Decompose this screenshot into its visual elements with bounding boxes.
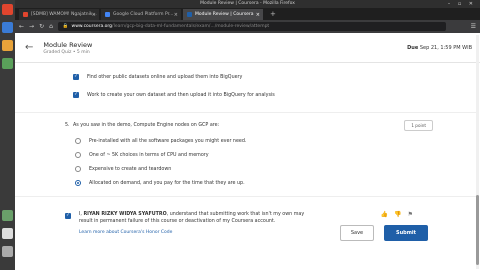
back-icon[interactable]: ← <box>19 23 24 30</box>
question-number: 5. <box>65 123 70 128</box>
thumbs-down-icon[interactable]: 👎 <box>394 211 401 218</box>
scrollbar-thumb[interactable] <box>476 195 479 265</box>
url-path: /learn/gcp-big-data-ml-fundamentals/exam… <box>112 24 270 29</box>
tab-label: Google Cloud Platform Pr... <box>113 12 174 17</box>
tab-bar: [SDMB] WAMOM! Ngajatnik... × Google Clou… <box>15 8 480 20</box>
tab-label: [SDMB] WAMOM! Ngajatnik... <box>31 12 97 17</box>
desktop-dock <box>0 0 15 270</box>
divider <box>15 112 478 113</box>
tab-favicon-icon <box>105 12 110 17</box>
divider <box>15 196 478 197</box>
dock-app-icon-3[interactable] <box>2 40 13 51</box>
radio-button[interactable] <box>75 138 81 144</box>
page-title: Module Review <box>43 40 93 49</box>
option-label: Expensive to create and teardown <box>89 166 172 172</box>
radio-button[interactable] <box>75 152 81 158</box>
save-button[interactable]: Save <box>340 225 374 241</box>
radio-option-selected[interactable]: Allocated on demand, and you pay for the… <box>75 176 413 190</box>
url-bar[interactable]: 🔒 www.coursera.org /learn/gcp-big-data-m… <box>57 22 446 31</box>
due-label: Due <box>407 45 419 51</box>
url-host: www.coursera.org <box>71 24 113 29</box>
dock-app-icon-1[interactable] <box>2 4 13 15</box>
option-label: Work to create your own dataset and then… <box>87 92 275 98</box>
submit-button[interactable]: Submit <box>384 225 428 241</box>
due-value: Sep 21, 1:59 PM WIB <box>419 45 472 51</box>
tab-favicon-icon <box>23 12 28 17</box>
firefox-window: Module Review | Coursera - Mozilla Firef… <box>15 0 480 270</box>
window-controls[interactable]: – ▫ ✕ <box>448 0 476 8</box>
radio-option[interactable]: Pre-installed with all the software pack… <box>75 134 413 148</box>
reload-icon[interactable]: ↻ <box>39 23 44 30</box>
checked-checkbox-icon[interactable]: ✓ <box>73 92 79 98</box>
tab-label: Module Review | Coursera <box>195 12 254 17</box>
back-arrow-icon[interactable]: ← <box>25 42 33 53</box>
tab-close-icon[interactable]: × <box>256 12 260 18</box>
checkbox-option[interactable]: ✓ Work to create your own dataset and th… <box>73 86 413 104</box>
option-label: Allocated on demand, and you pay for the… <box>89 180 245 186</box>
learner-name: RIYAN RIZKY WIDYA SYAFUTRO <box>83 212 167 217</box>
action-buttons: Save Submit <box>340 225 428 241</box>
page-scrollbar[interactable] <box>476 35 479 269</box>
home-icon[interactable]: ⌂ <box>49 23 53 30</box>
page-subtitle: Graded Quiz • 5 min <box>43 49 90 55</box>
checkbox-option[interactable]: ✓ Find other public datasets online and … <box>73 68 413 86</box>
dock-app-icon-2[interactable] <box>2 22 13 33</box>
feedback-actions: 👍 👎 ⚑ <box>381 211 413 218</box>
dock-app-icon-6[interactable] <box>2 228 13 239</box>
dock-app-icon-7[interactable] <box>2 246 13 257</box>
lock-icon: 🔒 <box>62 24 69 29</box>
radio-option[interactable]: One of ~ 5K choices in terms of CPU and … <box>75 148 413 162</box>
forward-icon[interactable]: → <box>29 23 34 30</box>
window-title: Module Review | Coursera - Mozilla Firef… <box>200 1 295 6</box>
tab-google-cloud[interactable]: Google Cloud Platform Pr... × <box>101 9 181 20</box>
option-label: Find other public datasets online and up… <box>87 74 243 80</box>
due-date: Due Sep 21, 1:59 PM WIB <box>407 45 472 51</box>
header-text: Module Review Graded Quiz • 5 min <box>43 41 92 55</box>
option-label: Pre-installed with all the software pack… <box>89 138 247 144</box>
question-5: 5. As you saw in the demo, Compute Engin… <box>65 120 433 190</box>
tab-close-icon[interactable]: × <box>92 12 96 18</box>
menu-icon[interactable]: ☰ <box>471 23 476 30</box>
window-titlebar: Module Review | Coursera - Mozilla Firef… <box>15 0 480 8</box>
checked-checkbox-icon[interactable]: ✓ <box>73 74 79 80</box>
honor-checkbox-icon[interactable]: ✓ <box>65 213 71 219</box>
page-content: ← Module Review Graded Quiz • 5 min Due … <box>15 33 480 270</box>
flag-icon[interactable]: ⚑ <box>408 211 413 218</box>
radio-option[interactable]: Expensive to create and teardown <box>75 162 413 176</box>
tab-wamom[interactable]: [SDMB] WAMOM! Ngajatnik... × <box>19 9 99 20</box>
new-tab-button[interactable]: + <box>265 9 281 20</box>
nav-bar: ← → ↻ ⌂ 🔒 www.coursera.org /learn/gcp-bi… <box>15 20 480 33</box>
dock-app-icon-4[interactable] <box>2 58 13 69</box>
tab-favicon-icon <box>187 12 192 17</box>
thumbs-up-icon[interactable]: 👍 <box>381 211 388 218</box>
tab-close-icon[interactable]: × <box>174 12 178 18</box>
radio-button[interactable] <box>75 166 81 172</box>
points-badge: 1 point <box>404 120 433 131</box>
option-label: One of ~ 5K choices in terms of CPU and … <box>89 152 209 158</box>
tab-coursera[interactable]: Module Review | Coursera × <box>183 9 263 20</box>
radio-button-selected[interactable] <box>75 180 81 186</box>
dock-app-icon-5[interactable] <box>2 210 13 221</box>
honor-statement: I, RIYAN RIZKY WIDYA SYAFUTRO, understan… <box>79 211 309 225</box>
quiz-content: ✓ Find other public datasets online and … <box>15 64 478 235</box>
quiz-header: ← Module Review Graded Quiz • 5 min Due … <box>15 33 480 63</box>
